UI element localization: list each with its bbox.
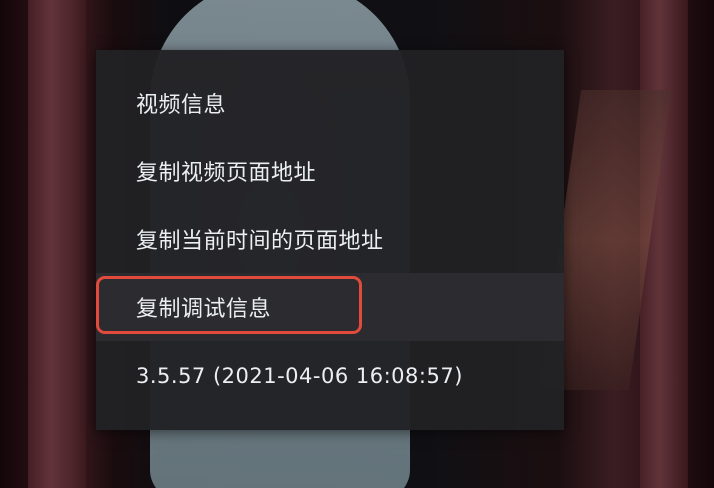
- menu-item-label: 复制调试信息: [136, 297, 272, 322]
- video-player[interactable]: 视频信息 复制视频页面地址 复制当前时间的页面地址 复制调试信息 3.5.57 …: [0, 0, 714, 488]
- version-info: 3.5.57 (2021-04-06 16:08:57): [96, 342, 564, 410]
- menu-item-label: 复制视频页面地址: [136, 161, 317, 186]
- menu-item-video-info[interactable]: 视频信息: [96, 69, 564, 137]
- menu-item-label: 视频信息: [136, 93, 227, 118]
- menu-item-copy-debug-info[interactable]: 复制调试信息: [96, 273, 564, 341]
- menu-item-label: 复制当前时间的页面地址: [136, 229, 384, 254]
- version-label: 3.5.57 (2021-04-06 16:08:57): [136, 364, 463, 388]
- context-menu: 视频信息 复制视频页面地址 复制当前时间的页面地址 复制调试信息 3.5.57 …: [96, 50, 564, 430]
- menu-item-copy-video-url[interactable]: 复制视频页面地址: [96, 137, 564, 205]
- menu-item-copy-url-at-time[interactable]: 复制当前时间的页面地址: [96, 205, 564, 273]
- video-frame-pillar-left: [28, 0, 86, 488]
